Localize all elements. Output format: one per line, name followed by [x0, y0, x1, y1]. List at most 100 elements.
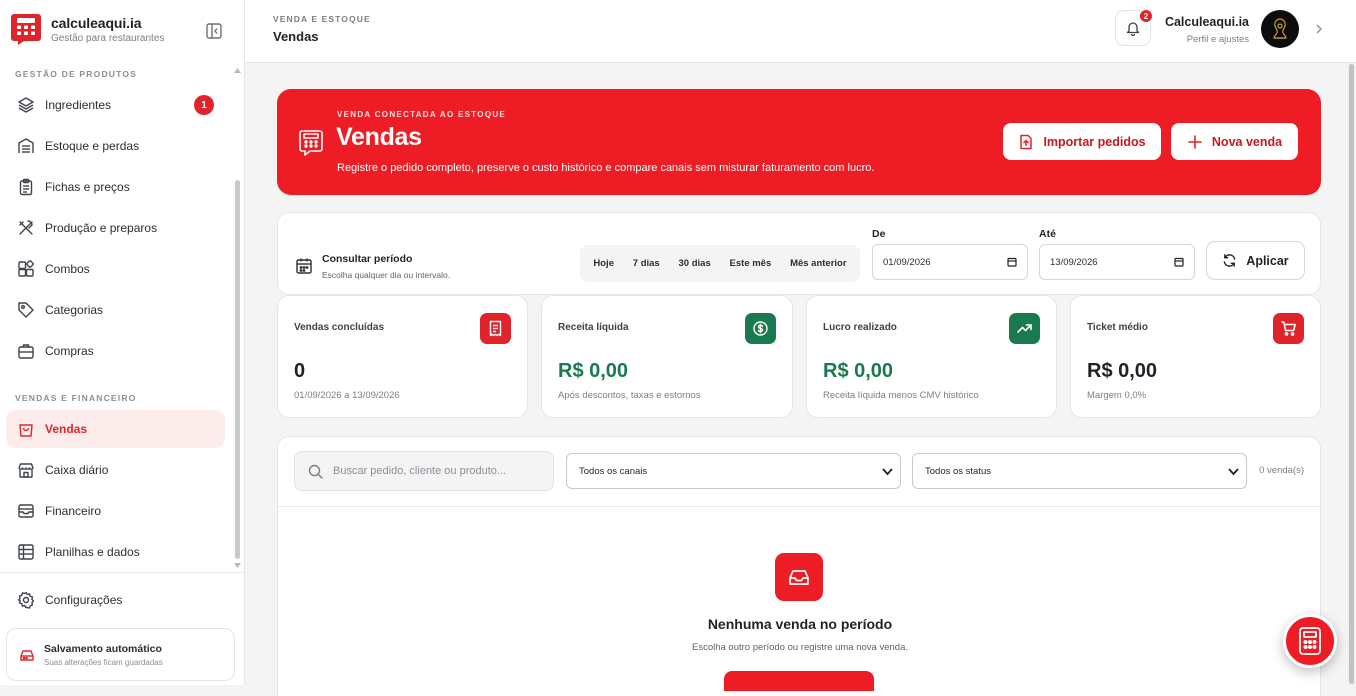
trending-up-icon	[1017, 324, 1032, 333]
sidebar-scroll-thumb[interactable]	[235, 180, 240, 559]
period-subtitle: Escolha qualquer dia ou intervalo.	[322, 270, 451, 280]
calendar-icon	[296, 258, 312, 274]
wallet-icon	[18, 504, 34, 518]
sidebar-item-estoque[interactable]: Estoque e perdas	[6, 127, 225, 165]
period-filter-card: Consultar período Escolha qualquer dia o…	[277, 212, 1321, 295]
sidebar-item-combos[interactable]: Combos	[6, 250, 225, 288]
new-sale-button[interactable]: Nova venda	[1171, 123, 1298, 160]
chevron-down-icon	[882, 468, 893, 476]
chevron-down-icon	[1228, 468, 1239, 476]
import-orders-label: Importar pedidos	[1043, 134, 1146, 149]
date-to-label: Até	[1039, 228, 1056, 240]
kpi-subtitle: Após descontos, taxas e estornos	[558, 390, 701, 401]
user-subtitle[interactable]: Perfil e ajustes	[1187, 34, 1249, 45]
brand[interactable]: calculeaqui.ia Gestão para restaurantes	[10, 12, 164, 46]
kpi-subtitle: 01/09/2026 a 13/09/2026	[294, 390, 400, 401]
preset-30-days[interactable]: 30 dias	[677, 254, 713, 273]
sidebar-item-label: Combos	[45, 262, 90, 276]
search-input[interactable]	[333, 465, 533, 477]
chevron-right-icon[interactable]	[1313, 22, 1325, 36]
apply-button[interactable]: Aplicar	[1206, 241, 1305, 280]
sidebar-item-compras[interactable]: Compras	[6, 332, 225, 370]
sidebar-item-vendas[interactable]: Vendas	[6, 410, 225, 448]
user-name[interactable]: Calculeaqui.ia	[1165, 15, 1249, 29]
sidebar-item-label: Produção e preparos	[45, 221, 158, 235]
kpi-card-sales: Vendas concluídas 0 01/09/2026 a 13/09/2…	[277, 295, 528, 418]
preset-this-month[interactable]: Este mês	[728, 254, 774, 273]
sidebar-item-ingredientes[interactable]: Ingredientes 1	[6, 86, 225, 124]
calendar-picker-icon[interactable]	[1007, 257, 1017, 267]
kpi-value: R$ 0,00	[1087, 360, 1158, 382]
plus-icon	[1188, 134, 1202, 149]
sidebar-item-categorias[interactable]: Categorias	[6, 291, 225, 329]
shopping-bag-icon	[19, 424, 33, 437]
warehouse-icon	[18, 138, 34, 153]
topbar: VENDA E ESTOQUE Vendas 2 Calculeaqui.ia …	[245, 0, 1356, 63]
page-title: Vendas	[273, 29, 319, 44]
preset-7-days[interactable]: 7 dias	[631, 254, 662, 273]
sidebar-item-label: Configurações	[45, 593, 123, 607]
hero-eyebrow: VENDA CONECTADA AO ESTOQUE	[337, 110, 507, 119]
sidebar-item-configuracoes[interactable]: Configurações	[6, 581, 225, 619]
kpi-card-profit: Lucro realizado R$ 0,00 Receita líquida …	[806, 295, 1057, 418]
sidebar-item-planilhas[interactable]: Planilhas e dados	[6, 533, 225, 571]
sidebar-item-label: Planilhas e dados	[45, 545, 140, 559]
page-scroll-thumb[interactable]	[1349, 64, 1354, 684]
channel-select[interactable]: Todos os canais	[566, 453, 901, 489]
hard-drive-icon	[20, 649, 34, 661]
period-presets: Hoje 7 dias 30 dias Este mês Mês anterio…	[580, 245, 860, 282]
sidebar-item-label: Ingredientes	[45, 98, 112, 112]
empty-state-subtitle: Escolha outro período ou registre uma no…	[692, 642, 908, 653]
layers-icon	[18, 97, 34, 113]
divider	[278, 506, 1320, 507]
empty-state-title: Nenhuma venda no período	[707, 616, 893, 632]
receipt-icon	[489, 320, 502, 337]
sidebar-item-label: Fichas e preços	[45, 180, 130, 194]
sales-count: 0 venda(s)	[1259, 465, 1304, 476]
preset-previous-month[interactable]: Mês anterior	[788, 254, 849, 273]
store-icon	[18, 463, 34, 478]
scroll-down-arrow-icon[interactable]	[234, 563, 241, 568]
empty-state-new-sale-button[interactable]	[724, 671, 874, 691]
search-icon	[308, 464, 323, 479]
crest-logo-icon	[1273, 18, 1287, 39]
sidebar-item-label: Estoque e perdas	[45, 139, 140, 153]
autosave-status: Salvamento automático Suas alterações fi…	[6, 628, 235, 681]
calendar-picker-icon[interactable]	[1174, 257, 1184, 267]
kpi-label: Ticket médio	[1087, 322, 1148, 333]
sidebar-item-fichas[interactable]: Fichas e preços	[6, 168, 225, 206]
scroll-up-arrow-icon[interactable]	[234, 68, 241, 73]
clipboard-icon	[19, 178, 33, 196]
kpi-icon-badge	[745, 313, 776, 344]
preset-today[interactable]: Hoje	[591, 254, 616, 273]
sidebar-collapse-icon[interactable]	[205, 22, 223, 40]
sidebar-item-producao[interactable]: Produção e preparos	[6, 209, 225, 247]
import-orders-button[interactable]: Importar pedidos	[1003, 123, 1161, 160]
date-from-input[interactable]: 01/09/2026	[872, 244, 1028, 280]
calculator-fab-button[interactable]	[1283, 614, 1337, 668]
avatar[interactable]	[1261, 10, 1299, 48]
date-to-input[interactable]: 13/09/2026	[1039, 244, 1195, 280]
kpi-value: R$ 0,00	[823, 360, 894, 382]
brand-tagline: Gestão para restaurantes	[51, 32, 165, 44]
kpi-icon-badge	[1273, 313, 1304, 344]
sidebar-item-caixa[interactable]: Caixa diário	[6, 451, 225, 489]
kpi-value: R$ 0,00	[558, 360, 629, 382]
sidebar-item-label: Caixa diário	[45, 463, 109, 477]
kpi-label: Vendas concluídas	[294, 322, 385, 333]
new-sale-label: Nova venda	[1211, 134, 1283, 149]
kpi-subtitle: Receita líquida menos CMV histórico	[823, 390, 979, 401]
utensils-icon	[19, 220, 33, 235]
hero-description: Registre o pedido completo, preserve o c…	[337, 162, 875, 174]
inbox-icon	[775, 553, 823, 601]
sidebar-item-financeiro[interactable]: Financeiro	[6, 492, 225, 530]
section-label-sales: VENDAS E FINANCEIRO	[15, 393, 137, 403]
hero-title: Vendas	[336, 123, 422, 151]
date-from-value: 01/09/2026	[883, 256, 931, 268]
calculator-chat-icon	[299, 130, 323, 156]
status-select[interactable]: Todos os status	[912, 453, 1247, 489]
calculator-logo-icon	[11, 14, 41, 45]
search-box[interactable]	[294, 451, 554, 491]
sidebar-item-label: Compras	[45, 344, 94, 358]
tag-icon	[18, 302, 34, 318]
